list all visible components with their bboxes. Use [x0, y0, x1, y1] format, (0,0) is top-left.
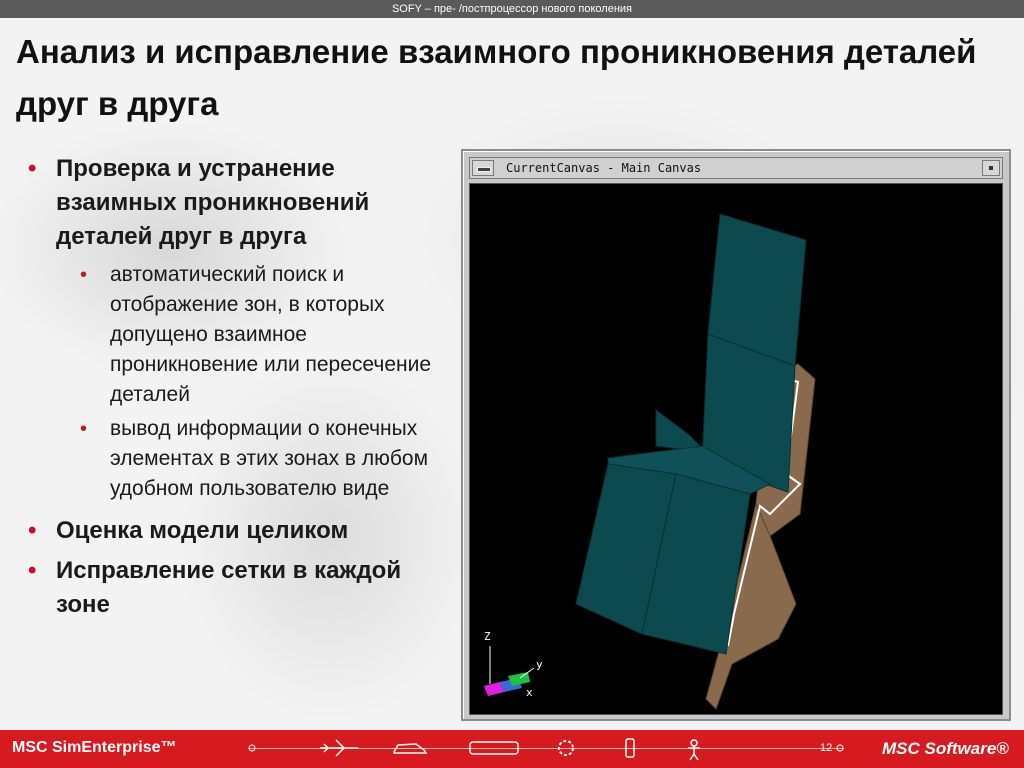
main-canvas-viewport[interactable]: Z y x [469, 183, 1003, 715]
footer-brand-right: MSC Software® [882, 739, 1009, 758]
model-render: Z y x [484, 213, 816, 710]
bullet-dot-icon: • [28, 155, 37, 182]
canvas-title: CurrentCanvas - Main Canvas [506, 161, 702, 175]
window-minimize-button[interactable] [982, 160, 1000, 176]
axis-label-z: Z [484, 630, 491, 643]
footer-industry-icons [248, 738, 844, 761]
bullet-dot-icon: • [80, 418, 88, 440]
gear-icon [558, 740, 574, 756]
tagline-text: SOFY – пре- /постпроцессор нового поколе… [391, 3, 633, 15]
bullet-list: • Проверка и устранение взаимных проникн… [28, 152, 448, 628]
phone-icon [625, 738, 635, 758]
sub-bullet-text: автоматический поиск и отображение зон, … [110, 263, 432, 406]
car-icon [393, 743, 428, 754]
person-icon [688, 739, 700, 761]
axis-block-green [508, 672, 530, 686]
bullet-text: Исправление сетки в каждой зоне [56, 557, 402, 618]
bullet-item-1: • Проверка и устранение взаимных проникн… [28, 152, 448, 254]
canvas-window: CurrentCanvas - Main Canvas Z y x [461, 149, 1011, 721]
bullet-dot-icon: • [28, 557, 37, 584]
canvas-titlebar[interactable]: CurrentCanvas - Main Canvas [469, 157, 1003, 179]
bullet-dot-icon: • [28, 517, 37, 544]
footer-bar: MSC SimEnterprise™ 12 MSC Software® [0, 730, 1024, 768]
slide-title: Анализ и исправление взаимного проникнов… [16, 33, 977, 122]
page-number: 12 [820, 742, 833, 754]
sub-bullet-item-2: • вывод информации о конечных элементах … [28, 414, 448, 504]
bullet-text: Проверка и устранение взаимных проникнов… [56, 155, 370, 250]
bullet-item-3: • Исправление сетки в каждой зоне [28, 554, 448, 622]
bullet-dot-icon: • [80, 264, 88, 286]
footer-dot-icon [248, 744, 256, 752]
window-menu-button[interactable] [472, 160, 494, 176]
bullet-text: Оценка модели целиком [56, 517, 349, 544]
footer-brand-left: MSC SimEnterprise™ [12, 739, 177, 756]
train-icon [469, 741, 519, 755]
teal-panel-fin [655, 409, 708, 453]
axis-label-y: y [536, 658, 543, 671]
sub-bullet-text: вывод информации о конечных элементах в … [110, 417, 429, 500]
top-tagline-bar: SOFY – пре- /постпроцессор нового поколе… [0, 0, 1024, 18]
sub-bullet-item-1: • автоматический поиск и отображение зон… [28, 260, 448, 410]
axis-label-x: x [526, 686, 533, 699]
footer-dot-icon [836, 744, 844, 752]
bullet-item-2: • Оценка модели целиком [28, 514, 448, 548]
airplane-icon [320, 739, 358, 757]
